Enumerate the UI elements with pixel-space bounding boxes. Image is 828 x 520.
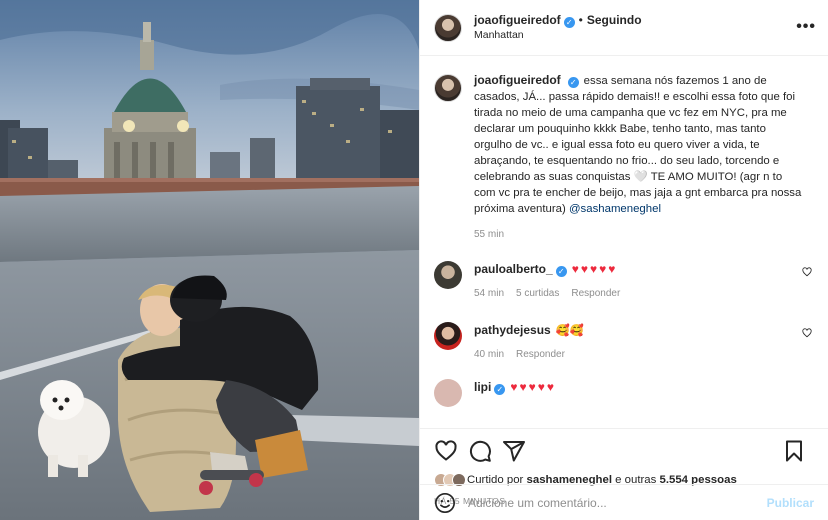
post-side-panel: joaofigueiredof ✓ • Seguindo Manhattan ••• …	[419, 0, 828, 520]
comment-body: pathydejesus 🥰🥰 40 min Responder	[474, 322, 784, 363]
verified-badge-icon: ✓	[563, 16, 575, 28]
comment-time[interactable]: 54 min	[474, 288, 504, 299]
comment-text: 🥰🥰	[555, 325, 585, 337]
save-bookmark-icon[interactable]	[782, 439, 806, 463]
comment-username[interactable]: pauloalberto_	[474, 262, 553, 276]
comment-text: ♥♥♥♥♥	[571, 262, 618, 276]
comment-bubble-icon[interactable]	[468, 439, 492, 463]
post-photo[interactable]	[0, 0, 419, 520]
comment-avatar[interactable]	[434, 322, 462, 350]
like-comment-heart-icon[interactable]	[802, 267, 812, 277]
post-location[interactable]: Manhattan	[474, 28, 642, 43]
header-separator: •	[578, 12, 583, 27]
comment-input[interactable]	[468, 495, 767, 510]
comment-meta: 54 min 5 curtidas Responder	[474, 286, 784, 302]
comment-body: pauloalberto_ ✓ ♥♥♥♥♥ 54 min 5 curtidas Resp…	[474, 261, 784, 302]
post-header: joaofigueiredof ✓ • Seguindo Manhattan •••	[420, 0, 828, 56]
instagram-post-modal: joaofigueiredof ✓ • Seguindo Manhattan ••• …	[0, 0, 828, 520]
reply-button[interactable]: Responder	[571, 288, 620, 299]
comment-avatar[interactable]	[434, 379, 462, 407]
share-send-icon[interactable]	[502, 439, 526, 463]
comment-time[interactable]: 40 min	[474, 349, 504, 360]
photo-illustration	[0, 0, 419, 520]
comment-username[interactable]: lipi	[474, 380, 491, 394]
caption-time: 55 min	[474, 229, 505, 240]
author-username[interactable]: joaofigueiredof	[474, 13, 561, 27]
caption-mention[interactable]: @sashameneghel	[569, 203, 661, 215]
comment-meta: 40 min Responder	[474, 347, 784, 363]
comments-list[interactable]: joaofigueiredof ✓ essa semana nós fazemos …	[420, 56, 828, 428]
caption-avatar[interactable]	[434, 74, 462, 102]
more-options-icon[interactable]: •••	[796, 18, 816, 36]
comment-item: pauloalberto_ ✓ ♥♥♥♥♥ 54 min 5 curtidas Resp…	[434, 261, 814, 302]
following-button[interactable]: Seguindo	[587, 13, 642, 27]
comment-body: lipi ✓ ♥♥♥♥♥	[474, 379, 784, 407]
verified-badge-icon: ✓	[494, 384, 506, 395]
comment-item: pathydejesus 🥰🥰 40 min Responder	[434, 322, 814, 363]
comment-item: lipi ✓ ♥♥♥♥♥	[434, 379, 814, 407]
author-avatar[interactable]	[434, 13, 462, 42]
reply-button[interactable]: Responder	[516, 349, 565, 360]
add-comment-bar: Publicar	[420, 484, 828, 520]
verified-badge-icon: ✓	[567, 77, 579, 88]
caption-body: joaofigueiredof ✓ essa semana nós fazemos …	[474, 72, 804, 243]
comment-text: ♥♥♥♥♥	[510, 380, 556, 394]
caption-text: essa semana nós fazemos 1 ano de casados…	[474, 75, 802, 215]
action-icons	[434, 429, 814, 473]
comment-avatar[interactable]	[434, 261, 462, 289]
like-heart-icon[interactable]	[434, 439, 458, 463]
like-comment-heart-icon[interactable]	[802, 328, 812, 338]
comment-likes[interactable]: 5 curtidas	[516, 288, 559, 299]
author-meta: joaofigueiredof ✓ • Seguindo Manhattan	[474, 13, 642, 43]
emoji-smiley-icon[interactable]	[434, 492, 456, 514]
verified-badge-icon: ✓	[555, 266, 567, 277]
publish-button[interactable]: Publicar	[767, 496, 814, 510]
caption-username[interactable]: joaofigueiredof	[474, 73, 561, 87]
caption: joaofigueiredof ✓ essa semana nós fazemos …	[434, 72, 814, 243]
comment-username[interactable]: pathydejesus	[474, 323, 551, 337]
